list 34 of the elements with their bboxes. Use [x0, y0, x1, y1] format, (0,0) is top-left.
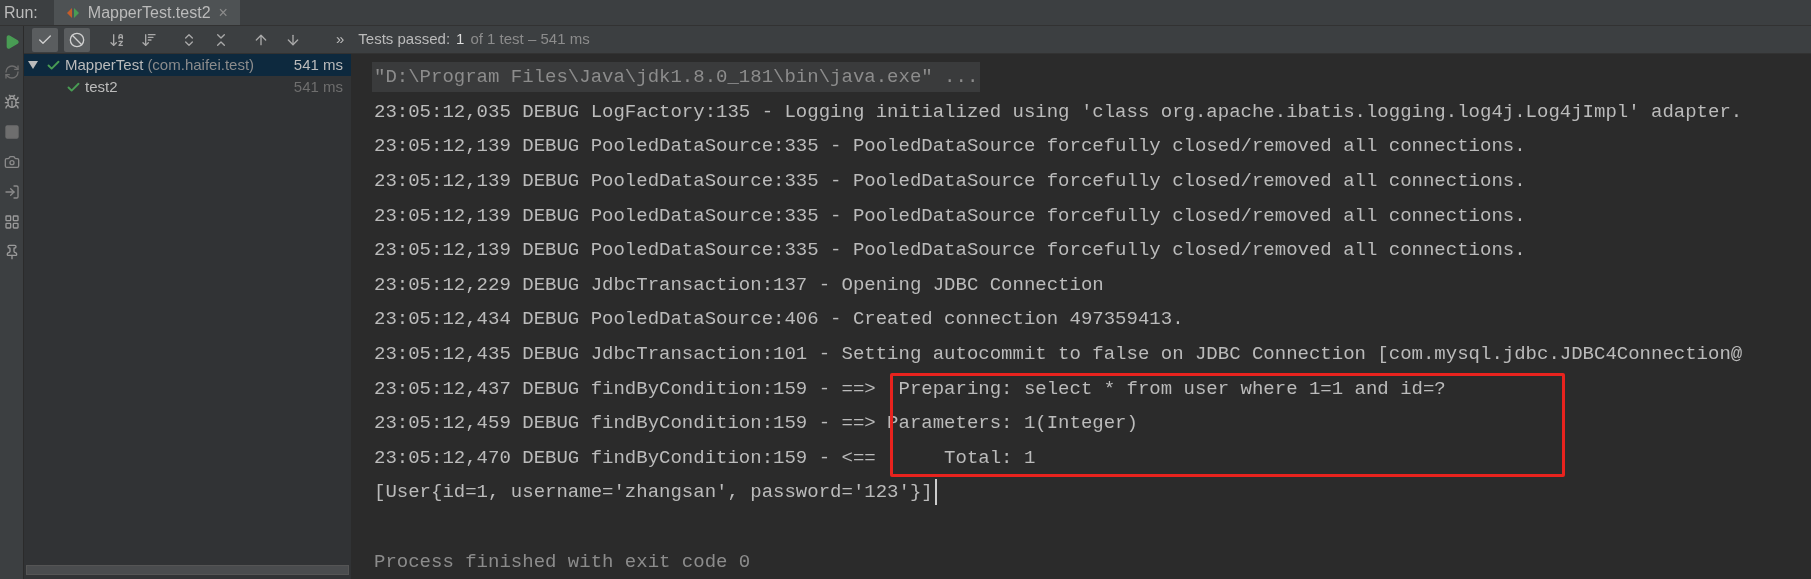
status-label: Tests passed: — [358, 29, 451, 50]
run-label: Run: — [3, 2, 39, 23]
layout-icon[interactable] — [3, 214, 20, 230]
console-line: 23:05:12,139 DEBUG PooledDataSource:335 - PooledDataSource forcefully closed/removed all connections. — [373, 238, 1527, 264]
console-line: 23:05:12,470 DEBUG findByCondition:159 - <== Total: 1 — [373, 445, 1037, 471]
camera-icon[interactable] — [3, 154, 20, 170]
run-config-icon — [65, 5, 80, 20]
show-ignored-button[interactable] — [64, 27, 90, 52]
show-ignored-icon — [69, 31, 85, 48]
tree-row[interactable]: test2 541 ms — [24, 76, 351, 98]
bug-icon[interactable] — [3, 94, 20, 110]
horizontal-scrollbar[interactable] — [26, 565, 349, 575]
console-line: 23:05:12,139 DEBUG PooledDataSource:335 - PooledDataSource forcefully closed/removed all connections. — [373, 203, 1527, 229]
sort-duration-icon — [141, 31, 157, 48]
import-icon[interactable] — [3, 184, 20, 200]
console-line: 23:05:12,434 DEBUG PooledDataSource:406 - Created connection 497359413. — [373, 307, 1185, 333]
stop-icon[interactable] — [3, 124, 20, 140]
console-line: 23:05:12,435 DEBUG JdbcTransaction:101 - Setting autocommit to false on JDBC Connection [com.mysql.jdbc.JDBC4Connection@ — [373, 342, 1744, 368]
expand-arrow-icon[interactable] — [28, 61, 38, 69]
console-line: [User{id=1, username='zhangsan', password='123'}] — [373, 480, 934, 506]
console-line: 23:05:12,437 DEBUG findByCondition:159 - ==> Preparing: select * from user where 1=1 and id=? — [373, 376, 1447, 402]
show-passed-button[interactable] — [32, 27, 58, 52]
console-line: 23:05:12,139 DEBUG PooledDataSource:335 - PooledDataSource forcefully closed/removed all connections. — [373, 169, 1527, 195]
rerun-icon[interactable] — [3, 64, 20, 80]
tree-row[interactable]: MapperTest (com.haifei.test) 541 ms — [24, 54, 351, 76]
status-summary: of 1 test – 541 ms — [470, 29, 590, 50]
passed-count: 1 — [456, 29, 465, 50]
console-line: 23:05:12,035 DEBUG LogFactory:135 - Logging initialized using 'class org.apache.ibatis.logging.log4j.Log4jImpl' adapter. — [373, 99, 1744, 125]
console-line: 23:05:12,139 DEBUG PooledDataSource:335 - PooledDataSource forcefully closed/removed all connections. — [373, 134, 1527, 160]
more-button[interactable]: » — [336, 28, 345, 51]
run-tab[interactable]: MapperTest.test2 × — [53, 0, 240, 25]
console-line: Process finished with exit code 0 — [373, 549, 752, 575]
console-line: 23:05:12,229 DEBUG JdbcTransaction:137 - Opening JDBC Connection — [373, 272, 1105, 298]
sort-alphabetically-icon — [109, 31, 125, 48]
